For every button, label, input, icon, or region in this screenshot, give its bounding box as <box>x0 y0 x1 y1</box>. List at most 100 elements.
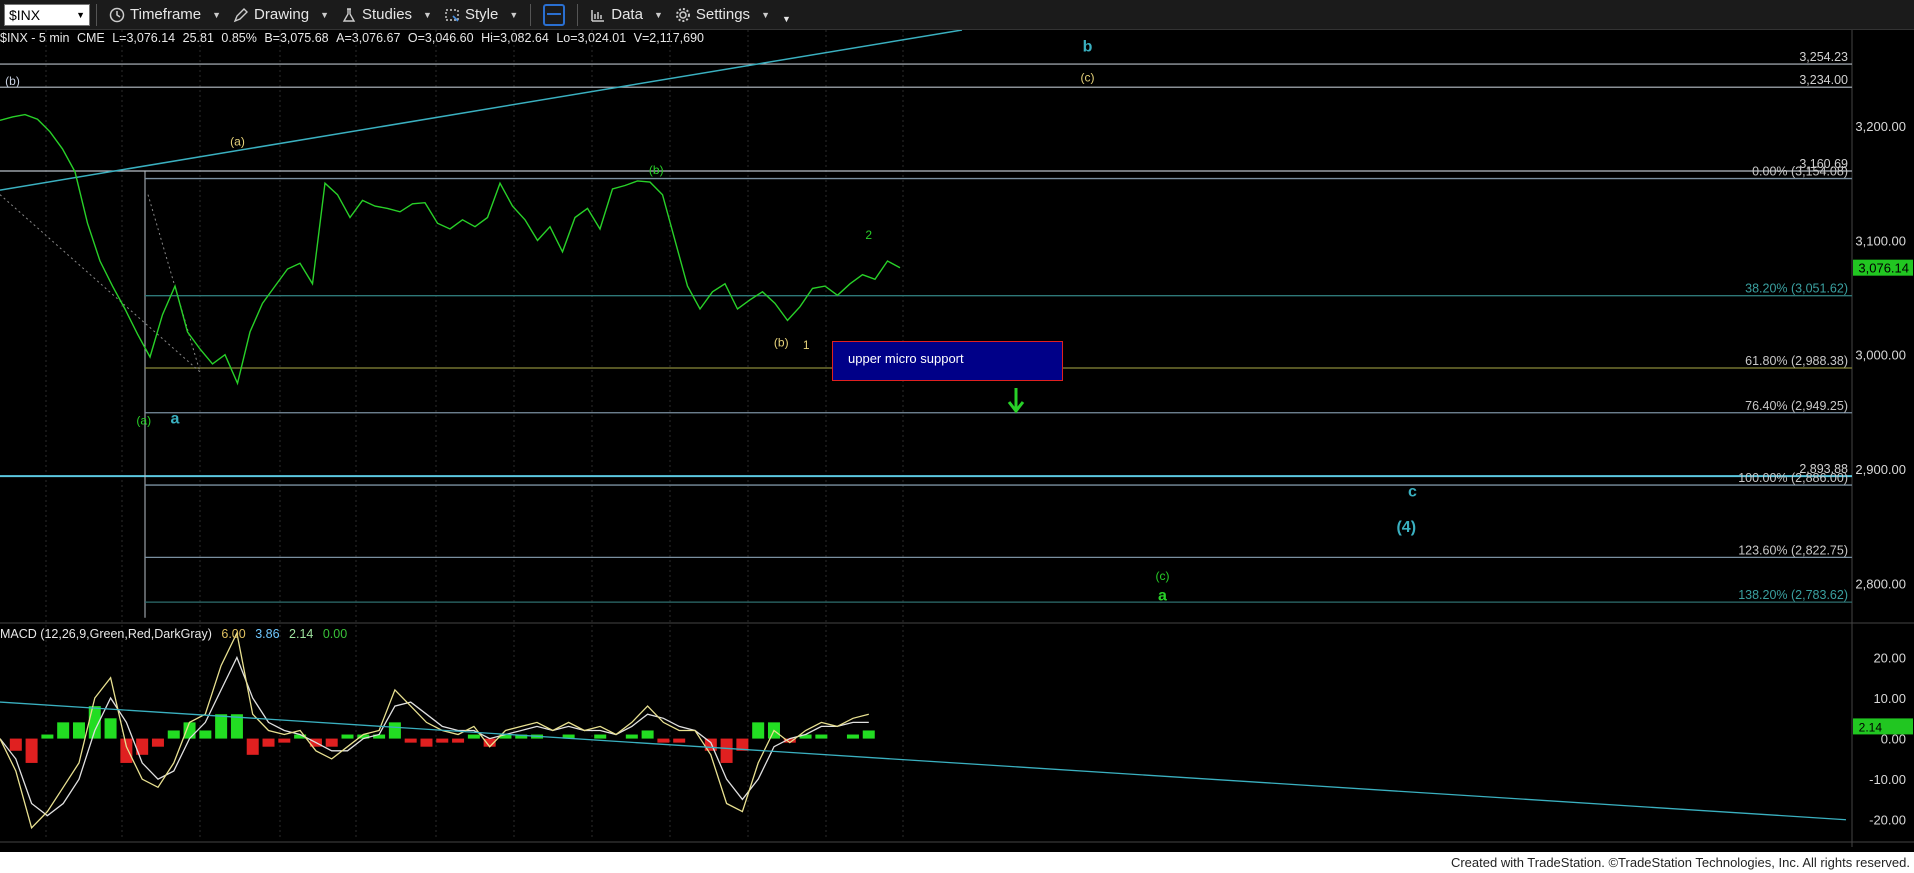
overflow-caret[interactable]: ▼ <box>776 6 797 24</box>
macd-histogram-bar <box>9 738 22 751</box>
settings-label: Settings <box>695 6 751 23</box>
clock-icon <box>109 7 125 22</box>
macd-histogram-bar <box>641 730 654 739</box>
support-box-label: upper micro support <box>848 351 964 366</box>
macd-histogram-bar <box>262 738 275 747</box>
macd-histogram-bar <box>815 734 828 739</box>
macd-histogram-bar <box>404 738 417 743</box>
macd-histogram-bar <box>388 722 401 739</box>
style-label: Style <box>464 6 499 23</box>
timeframe-menu[interactable]: Timeframe ▼ <box>103 6 227 23</box>
macd-histogram-bar <box>846 734 859 739</box>
chevron-down-icon: ▼ <box>761 9 770 20</box>
macd-histogram-bar <box>104 718 117 739</box>
bar-chart-icon <box>591 9 605 22</box>
macd-histogram-bar <box>594 734 607 739</box>
macd-histogram-bar <box>151 738 164 747</box>
fib-level-label: 123.60% (2,822.75) <box>1738 543 1848 557</box>
price-chart[interactable]: 6/116/126/156/166/176/186/196/226/236/24… <box>0 30 1914 847</box>
macd-value-4: 0.00 <box>322 627 348 641</box>
macd-histogram-bar <box>325 738 338 747</box>
flask-icon <box>342 7 356 22</box>
data-label: Data <box>611 6 643 23</box>
symbol-selector[interactable]: $INX ▼ <box>4 3 90 26</box>
wave-label: (b) <box>5 74 20 88</box>
toolbar: $INX ▼ Timeframe ▼ Drawing ▼ Studies ▼ S… <box>0 0 1914 30</box>
layout-icon[interactable] <box>543 3 566 26</box>
wave-label: (4) <box>1396 519 1416 536</box>
macd-histogram-bar <box>41 734 54 739</box>
macd-histogram-bar <box>862 730 875 739</box>
level-label: 3,234.00 <box>1799 73 1848 87</box>
macd-value-2: 3.86 <box>255 627 280 641</box>
y-tick-label: 2,900.00 <box>1855 462 1906 477</box>
macd-histogram-bar <box>752 722 765 739</box>
macd-histogram-bar <box>199 730 212 739</box>
data-menu[interactable]: Data ▼ <box>584 6 669 23</box>
macd-histogram-bar <box>120 738 133 763</box>
studies-menu[interactable]: Studies ▼ <box>335 6 438 23</box>
fib-level-label: 76.40% (2,949.25) <box>1745 399 1848 413</box>
wave-label: (b) <box>774 336 789 350</box>
macd-histogram-bar <box>720 738 733 763</box>
divider <box>96 3 97 26</box>
drawing-menu[interactable]: Drawing ▼ <box>227 6 335 23</box>
wave-label: b <box>1083 39 1093 56</box>
price-series-line <box>0 113 901 386</box>
macd-value-label: 2.14 <box>1859 720 1883 734</box>
macd-histogram-bar <box>436 738 449 743</box>
chevron-down-icon: ▼ <box>653 9 663 20</box>
wave-label: (c) <box>1156 569 1170 583</box>
macd-y-tick-label: 10.00 <box>1873 691 1906 706</box>
macd-value-3: 2.14 <box>289 627 314 641</box>
chevron-down-icon: ▼ <box>423 9 432 20</box>
macd-histogram-bar <box>673 738 686 743</box>
last-price-label: 3,076.14 <box>1858 261 1909 276</box>
wave-label: a <box>171 410 180 427</box>
fib-level-label: 61.80% (2,988.38) <box>1745 354 1848 368</box>
divider <box>577 3 579 26</box>
macd-y-tick-label: -10.00 <box>1869 772 1906 787</box>
macd-histogram-bar <box>72 722 85 739</box>
macd-histogram-bar <box>183 722 196 739</box>
macd-status-line: MACD (12,26,9,Green,Red,DarkGray) 6.00 3… <box>0 627 347 641</box>
wave-label: (c) <box>1081 70 1095 84</box>
macd-signal-line <box>0 655 869 817</box>
fib-level-label: 38.20% (3,051.62) <box>1745 282 1848 296</box>
macd-trendline <box>0 701 1847 821</box>
macd-histogram-bar <box>341 734 354 739</box>
fib-level-label: 0.00% (3,154.08) <box>1752 165 1848 179</box>
y-tick-label: 3,200.00 <box>1855 119 1906 134</box>
y-tick-label: 3,000.00 <box>1855 348 1906 363</box>
macd-y-tick-label: -20.00 <box>1869 813 1906 828</box>
macd-line <box>0 631 869 830</box>
fib-level-label: 100.00% (2,886.00) <box>1738 471 1848 485</box>
wave-label: 2 <box>865 228 872 242</box>
pencil-icon <box>233 7 249 22</box>
dotted-trendline <box>0 194 201 373</box>
macd-histogram-bar <box>420 738 433 747</box>
wave-label: 1 <box>803 338 810 352</box>
wave-label: (a) <box>230 134 245 148</box>
chevron-down-icon: ▼ <box>212 9 222 20</box>
chevron-down-icon: ▼ <box>509 9 519 20</box>
macd-histogram-bar <box>625 734 638 739</box>
y-tick-label: 2,800.00 <box>1855 576 1906 591</box>
y-tick-label: 3,100.00 <box>1855 233 1906 248</box>
macd-y-tick-label: 20.00 <box>1873 650 1906 665</box>
rising-trendline <box>0 30 963 191</box>
macd-histogram-bar <box>57 722 70 739</box>
settings-menu[interactable]: Settings ▼ <box>669 6 776 23</box>
macd-histogram-bar <box>278 738 291 743</box>
macd-histogram-bar <box>657 738 670 743</box>
wave-label: a <box>1158 588 1167 605</box>
style-menu[interactable]: Style ▼ <box>438 6 524 23</box>
wave-label: c <box>1408 484 1417 501</box>
down-arrow-icon <box>1007 388 1025 414</box>
gear-icon <box>675 7 690 22</box>
macd-label: MACD (12,26,9,Green,Red,DarkGray) <box>0 627 212 641</box>
macd-histogram-bar <box>215 714 228 739</box>
macd-histogram-bar <box>452 738 465 743</box>
upper-micro-support-box[interactable]: upper micro support <box>832 341 1063 381</box>
drawing-label: Drawing <box>254 6 310 23</box>
